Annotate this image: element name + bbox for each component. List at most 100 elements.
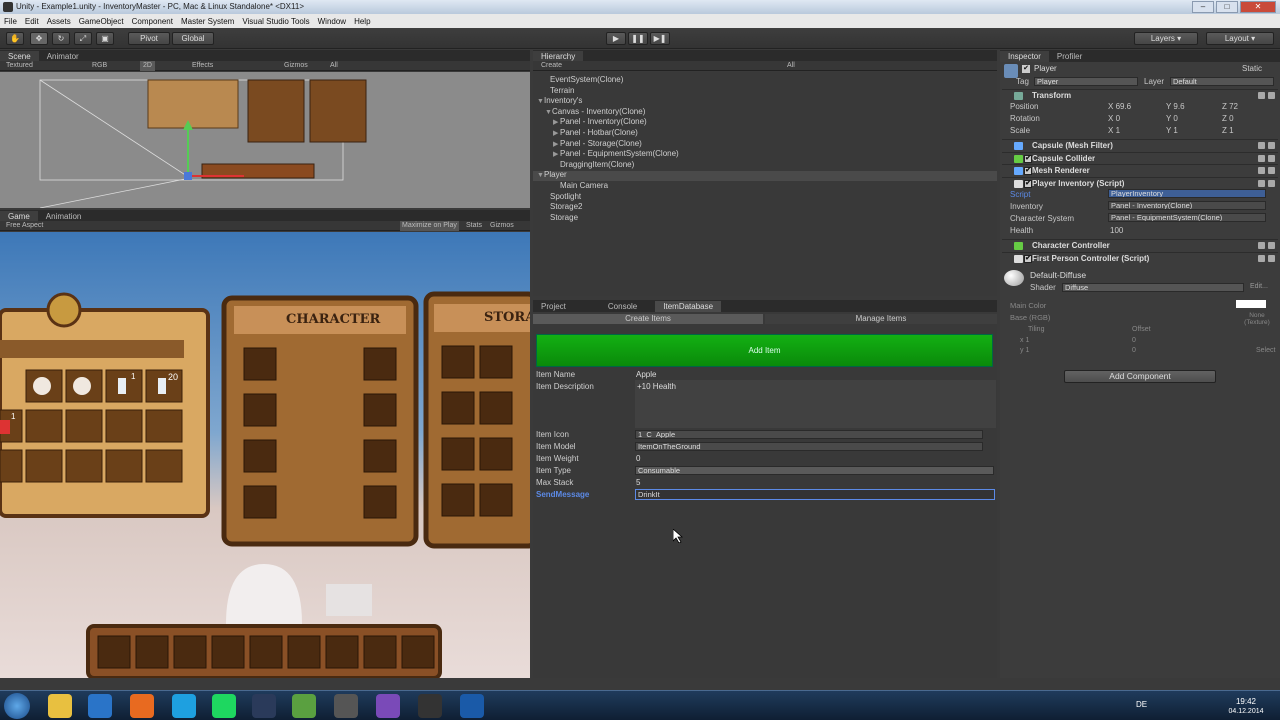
play-button[interactable]: ▶ [606, 32, 626, 45]
item-weight-field[interactable]: 0 [636, 454, 640, 463]
enabled-checkbox[interactable]: ✔ [1024, 155, 1032, 163]
position-z[interactable]: Z 72 [1222, 102, 1238, 111]
menu-component[interactable]: Component [132, 17, 173, 26]
tag-dropdown[interactable]: Player [1034, 77, 1138, 86]
foldout-arrow-icon[interactable]: ▼ [537, 172, 544, 179]
step-button[interactable]: ▶❚ [650, 32, 670, 45]
menu-visual-studio-tools[interactable]: Visual Studio Tools [242, 17, 309, 26]
gear-icon[interactable] [1268, 242, 1275, 249]
help-icon[interactable] [1258, 92, 1265, 99]
help-icon[interactable] [1258, 167, 1265, 174]
firefox-taskbar-icon[interactable] [130, 694, 154, 718]
menu-gameobject[interactable]: GameObject [79, 17, 124, 26]
notepad-taskbar-icon[interactable] [292, 694, 316, 718]
hierarchy-item[interactable]: Storage [543, 213, 578, 222]
item-description-textarea[interactable]: +10 Health [635, 380, 996, 428]
rect-tool-button[interactable]: ▣ [96, 32, 114, 45]
gear-icon[interactable] [1268, 155, 1275, 162]
rotate-tool-button[interactable]: ↻ [52, 32, 70, 45]
gear-icon[interactable] [1268, 92, 1275, 99]
tab-profiler[interactable]: Profiler [1049, 51, 1090, 62]
hierarchy-item[interactable]: ▶ Panel - Hotbar(Clone) [553, 128, 638, 137]
foldout-arrow-icon[interactable]: ▼ [545, 109, 552, 116]
gear-icon[interactable] [1268, 180, 1275, 187]
hierarchy-item[interactable]: ▶ Panel - EquipmentSystem(Clone) [553, 149, 679, 158]
gameobject-name-field[interactable]: Player [1034, 64, 1057, 73]
hierarchy-item[interactable]: EventSystem(Clone) [543, 75, 623, 84]
send-message-field[interactable]: DrinkIt [635, 489, 995, 500]
skype-taskbar-icon[interactable] [172, 694, 196, 718]
item-model-field[interactable]: ItemOnTheGround [635, 442, 983, 451]
inventory-field[interactable]: Panel - Inventory(Clone) [1108, 201, 1266, 210]
hierarchy-item[interactable]: Spotlight [543, 192, 581, 201]
help-icon[interactable] [1258, 180, 1265, 187]
spotify-taskbar-icon[interactable] [212, 694, 236, 718]
active-checkbox[interactable]: ✔ [1022, 65, 1030, 73]
scene-search[interactable]: All [330, 61, 338, 71]
scale-tool-button[interactable]: ⤢ [74, 32, 92, 45]
rotation-x[interactable]: X 0 [1108, 114, 1120, 123]
minimize-button[interactable]: – [1192, 1, 1214, 13]
hand-tool-button[interactable]: ✋ [6, 32, 24, 45]
gear-icon[interactable] [1268, 142, 1275, 149]
scale-y[interactable]: Y 1 [1166, 126, 1178, 135]
shading-mode-dropdown[interactable]: Textured [6, 61, 33, 71]
pause-button[interactable]: ❚❚ [628, 32, 648, 45]
language-indicator[interactable]: DE [1136, 700, 1147, 709]
add-component-button[interactable]: Add Component [1064, 370, 1216, 383]
scale-z[interactable]: Z 1 [1222, 126, 1234, 135]
maximize-button[interactable]: □ [1216, 1, 1238, 13]
fps-controller-header[interactable]: ✔ First Person Controller (Script) [1002, 252, 1278, 264]
hierarchy-item[interactable]: ▶ Panel - Storage(Clone) [553, 139, 642, 148]
move-tool-button[interactable]: ✥ [30, 32, 48, 45]
explorer-taskbar-icon[interactable] [48, 694, 72, 718]
hierarchy-item[interactable]: Main Camera [553, 181, 608, 190]
effects-dropdown[interactable]: Effects [192, 61, 213, 71]
tiling-y[interactable]: y 1 [1020, 347, 1029, 354]
menu-window[interactable]: Window [318, 17, 346, 26]
item-icon-field[interactable]: 1_C_Apple [635, 430, 983, 439]
rgb-dropdown[interactable]: RGB [92, 61, 107, 71]
tiling-x[interactable]: x 1 [1020, 337, 1029, 344]
player-inventory-header[interactable]: ✔ Player Inventory (Script) [1002, 177, 1278, 189]
transform-component-header[interactable]: Transform [1002, 89, 1278, 101]
tab-itemdatabase[interactable]: ItemDatabase [655, 301, 722, 312]
hierarchy-item[interactable]: Terrain [543, 86, 574, 95]
menu-help[interactable]: Help [354, 17, 370, 26]
character-system-field[interactable]: Panel - EquipmentSystem(Clone) [1108, 213, 1266, 222]
clock-date[interactable]: 04.12.2014 [1222, 708, 1270, 715]
item-type-dropdown[interactable]: Consumable [635, 466, 994, 475]
static-checkbox[interactable]: Static [1242, 64, 1262, 73]
media-taskbar-icon[interactable] [88, 694, 112, 718]
game-viewport[interactable]: CHARACTER STORA 1 20 1 [0, 232, 530, 678]
scale-x[interactable]: X 1 [1108, 126, 1120, 135]
scene-gizmos-dropdown[interactable]: Gizmos [284, 61, 308, 71]
layers-dropdown[interactable]: Layers ▾ [1134, 32, 1198, 45]
max-stack-field[interactable]: 5 [636, 478, 640, 487]
gear-icon[interactable] [1268, 167, 1275, 174]
health-field[interactable]: 100 [1110, 226, 1123, 235]
start-button[interactable] [4, 693, 30, 719]
maximize-on-play-toggle[interactable]: Maximize on Play [400, 221, 459, 231]
steam-taskbar-icon[interactable] [252, 694, 276, 718]
layer-dropdown[interactable]: Default [1170, 77, 1274, 86]
help-icon[interactable] [1258, 242, 1265, 249]
hierarchy-item[interactable]: ▼Player [537, 170, 567, 179]
hierarchy-item[interactable]: ▼Canvas - Inventory(Clone) [545, 107, 645, 116]
hierarchy-item[interactable]: Storage2 [543, 202, 582, 211]
hierarchy-create-dropdown[interactable]: Create [541, 61, 562, 71]
pivot-toggle[interactable]: Pivot [128, 32, 170, 45]
help-icon[interactable] [1258, 155, 1265, 162]
enabled-checkbox[interactable]: ✔ [1024, 167, 1032, 175]
mesh-filter-header[interactable]: Capsule (Mesh Filter) [1002, 139, 1278, 151]
shader-dropdown[interactable]: Diffuse [1062, 283, 1244, 292]
lol-taskbar-icon[interactable] [460, 694, 484, 718]
offset-x[interactable]: 0 [1132, 337, 1136, 344]
global-toggle[interactable]: Global [172, 32, 214, 45]
add-item-button[interactable]: Add Item [536, 334, 993, 367]
tab-console[interactable]: Console [600, 301, 645, 312]
unity-editor-taskbar-icon[interactable] [418, 694, 442, 718]
enabled-checkbox[interactable]: ✔ [1024, 255, 1032, 263]
hierarchy-item[interactable]: ▶ Panel - Inventory(Clone) [553, 117, 647, 126]
hierarchy-search[interactable]: All [787, 61, 795, 71]
